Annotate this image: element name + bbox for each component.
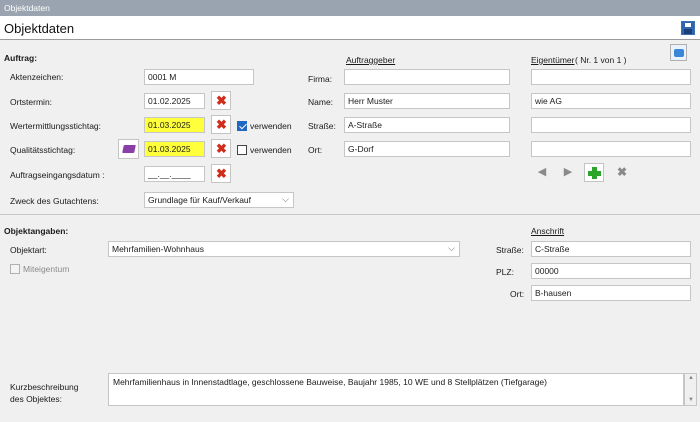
ortstermin-field[interactable]: 01.02.2025 [144,93,205,109]
strasse-field[interactable]: A-Straße [344,117,510,133]
objektart-select-value: Mehrfamilien-Wohnhaus [112,244,204,254]
chevron-down-icon: ⌵ [448,243,455,253]
miteigentum-label: Miteigentum [23,264,70,274]
arrow-right-icon[interactable]: ▶ [558,163,578,182]
strasse-label: Straße: [308,121,336,131]
eigentuemer-field[interactable] [531,117,691,133]
objektart-label: Objektart: [10,245,47,255]
ortstermin-label: Ortstermin: [10,97,53,107]
wertermittlungsstichtag-label: Wertermittlungsstichtag: [10,121,102,131]
page-header: Objektdaten [0,16,700,40]
wertermittlungsstichtag-verwenden-checkbox[interactable] [237,121,247,131]
delete-icon: ✖ [216,166,227,181]
arrow-left-icon[interactable]: ◀ [532,163,552,182]
firma-label: Firma: [308,74,333,84]
qualitaetsstichtag-label: Qualitätsstichtag: [10,145,76,155]
anschrift-heading: Anschrift [531,226,565,236]
miteigentum-checkbox[interactable] [10,264,20,274]
aktenzeichen-label: Aktenzeichen: [10,72,64,82]
anschrift-plz-label: PLZ: [496,267,514,277]
kurzbeschreibung-textarea[interactable]: Mehrfamilienhaus in Innenstadtlage, gesc… [108,373,684,406]
scroll-up-icon[interactable]: ▲ [688,375,694,381]
name-label: Name: [308,97,334,107]
delete-icon: ✖ [216,141,227,156]
kurzbeschreibung-scrollbar[interactable]: ▲ ▼ [684,373,697,406]
zweck-select-value: Grundlage für Kauf/Verkauf [148,195,252,205]
window-titlebar: Objektdaten [0,0,700,16]
eigentuemer-field[interactable] [531,69,691,85]
anschrift-ort-label: Ort: [510,289,525,299]
chevron-down-icon: ⌵ [282,194,289,204]
objektart-select[interactable]: Mehrfamilien-Wohnhaus ⌵ [108,241,460,257]
auftraggeber-heading: Auftraggeber [346,55,396,65]
ortstermin-clear-button[interactable]: ✖ [211,91,231,110]
owner-lookup-icon[interactable] [670,44,687,61]
auftragseingangsdatum-clear-button[interactable]: ✖ [211,164,231,183]
section-divider [0,214,700,215]
wertermittlungsstichtag-clear-button[interactable]: ✖ [211,115,231,134]
zweck-label: Zweck des Gutachtens: [10,196,99,206]
eigentuemer-field[interactable] [531,141,691,157]
book-icon[interactable] [118,139,139,159]
qualitaetsstichtag-clear-button[interactable]: ✖ [211,139,231,158]
kurzbeschreibung-label-line2: des Objektes: [10,394,62,404]
delete-icon: ✖ [216,117,227,132]
page-title: Objektdaten [4,21,75,36]
delete-owner-button[interactable]: ✖ [612,163,632,182]
qualitaetsstichtag-field[interactable]: 01.03.2025 [144,141,205,157]
delete-icon: ✖ [216,93,227,108]
save-icon[interactable] [681,21,695,35]
aktenzeichen-field[interactable]: 0001 M [144,69,254,85]
auftragseingangsdatum-field[interactable]: __.__.____ [144,166,205,182]
ort-label: Ort: [308,145,323,155]
name-field[interactable]: Herr Muster [344,93,510,109]
window-title: Objektdaten [4,3,50,13]
qualitaetsstichtag-verwenden-label: verwenden [250,145,292,155]
eigentuemer-heading: Eigentümer [531,55,575,65]
anschrift-strasse-label: Straße: [496,245,524,255]
section-objektangaben-label: Objektangaben: [4,226,69,236]
auftragseingangsdatum-label: Auftragseingangsdatum : [10,170,105,180]
wertermittlungsstichtag-field[interactable]: 01.03.2025 [144,117,205,133]
anschrift-plz-field[interactable]: 00000 [531,263,691,279]
eigentuemer-counter: ( Nr. 1 von 1 ) [575,55,627,65]
kurzbeschreibung-label: Kurzbeschreibung [10,382,79,392]
wertermittlungsstichtag-verwenden-label: verwenden [250,121,292,131]
eigentuemer-field[interactable]: wie AG [531,93,691,109]
ort-field[interactable]: G-Dorf [344,141,510,157]
scroll-down-icon[interactable]: ▼ [688,397,694,403]
firma-field[interactable] [344,69,510,85]
anschrift-strasse-field[interactable]: C-Straße [531,241,691,257]
add-owner-button[interactable] [584,163,604,182]
zweck-select[interactable]: Grundlage für Kauf/Verkauf ⌵ [144,192,294,208]
anschrift-ort-field[interactable]: B-hausen [531,285,691,301]
qualitaetsstichtag-verwenden-checkbox[interactable] [237,145,247,155]
section-auftrag-label: Auftrag: [4,53,38,63]
